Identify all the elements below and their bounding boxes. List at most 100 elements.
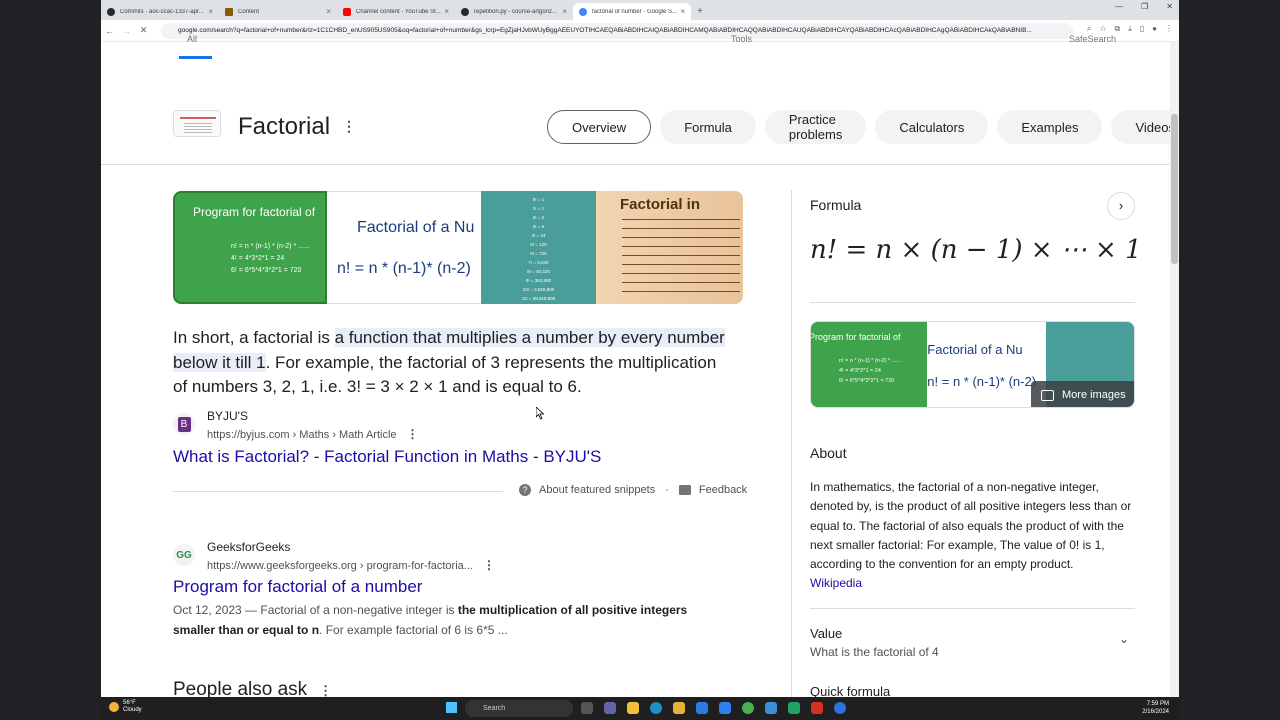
task-view-icon[interactable] [581, 702, 593, 714]
weather-widget[interactable]: 56°F Cloudy [109, 700, 142, 714]
teams-icon[interactable] [604, 702, 616, 714]
feedback-link[interactable]: Feedback [699, 484, 747, 496]
chip-formula[interactable]: Formula [660, 110, 756, 144]
profile-icon[interactable]: ● [1152, 24, 1157, 34]
menu-icon[interactable]: ⋮ [1165, 24, 1173, 34]
result-text: — Factorial of a non-negative integer is [241, 603, 458, 617]
extensions-icon[interactable]: ⧉ [1114, 24, 1120, 34]
divider [810, 302, 1135, 303]
tab-commits[interactable]: Commits · aoc-ccac-1337-apr... × [101, 3, 219, 20]
maximize-icon[interactable]: ❐ [1141, 2, 1148, 11]
spreadsheet-icon[interactable] [788, 702, 800, 714]
chip-practice-problems[interactable]: Practice problems [764, 110, 867, 144]
minimize-icon[interactable]: — [1115, 2, 1123, 11]
chip-examples[interactable]: Examples [997, 110, 1103, 144]
file-explorer-icon[interactable] [627, 702, 639, 714]
date: 2/16/2024 [1142, 709, 1169, 715]
chip-overview[interactable]: Overview [547, 110, 652, 144]
github-icon [461, 7, 469, 16]
image-caption: Program for factorial of [810, 332, 901, 342]
taskbar-search[interactable]: Search [465, 700, 573, 717]
chip-calculators[interactable]: Calculators [875, 110, 989, 144]
more-options-icon[interactable]: ⋮ [319, 683, 332, 697]
tab-content[interactable]: Content × [219, 3, 337, 20]
image-program-factorial[interactable]: Program for factorial of n! = n * (n-1) … [173, 191, 327, 304]
close-icon[interactable]: × [680, 7, 685, 16]
sidepanel-icon[interactable]: ▯ [1140, 24, 1144, 34]
forward-icon[interactable]: → [118, 26, 135, 36]
safesearch-link[interactable]: SafeSearch [1069, 34, 1116, 44]
app-icon[interactable] [834, 702, 846, 714]
temperature: 56°F [123, 700, 136, 706]
edge-icon[interactable] [650, 702, 662, 714]
pdf-icon[interactable] [811, 702, 823, 714]
panel-images[interactable]: Program for factorial of n! = n * (n-1) … [810, 321, 1135, 408]
value-heading[interactable]: Value [810, 626, 842, 641]
tab-youtube[interactable]: Channel content - YouTube St... × [337, 3, 455, 20]
image-factorial-of-number[interactable]: Factorial of a Nu n! = n * (n-1)* (n-2) [327, 191, 481, 304]
paa-heading: People also ask [173, 679, 308, 697]
entity-thumbnail[interactable] [173, 110, 221, 137]
notepad-icon[interactable] [765, 702, 777, 714]
chevron-down-icon[interactable]: ⌄ [1119, 632, 1129, 646]
chevron-right-icon[interactable]: › [1107, 192, 1135, 220]
tab-repetition[interactable]: repetition.py - course-artgonz... × [455, 3, 573, 20]
panel-image-program[interactable]: Program for factorial of n! = n * (n-1) … [810, 322, 928, 407]
quick-formula-heading[interactable]: Quick formula [810, 684, 890, 697]
weather-condition: Cloudy [123, 707, 142, 713]
more-options-icon[interactable]: ⋮ [342, 118, 356, 135]
snippet-source[interactable]: B BYJU'S https://byjus.com › Maths › Mat… [173, 409, 673, 445]
source-name: BYJU'S [207, 409, 248, 423]
github-icon [107, 7, 115, 16]
image-factorial-in[interactable]: Factorial in [596, 191, 743, 304]
featured-snippet: In short, a factorial is a function that… [173, 326, 733, 400]
reload-icon[interactable]: ✕ [135, 25, 152, 36]
wikipedia-link[interactable]: Wikipedia [810, 576, 862, 590]
vscode-icon[interactable] [719, 702, 731, 714]
people-also-ask: People also ask ⋮ [173, 679, 332, 697]
panel-image-factorial[interactable]: Factorial of a Nu n! = n * (n-1)* (n-2) [927, 322, 1046, 407]
close-icon[interactable]: × [326, 7, 331, 16]
weather-icon [109, 702, 119, 712]
table-line: 1! = 1 [532, 206, 545, 211]
image-factorial-table[interactable]: 0! = 1 1! = 1 2! = 2 3! = 6 4! = 24 5! =… [481, 191, 596, 304]
file-folder-icon[interactable] [673, 702, 685, 714]
image-icon [1041, 389, 1054, 401]
chrome-icon[interactable] [742, 702, 754, 714]
more-options-icon[interactable]: ⋮ [407, 427, 419, 441]
download-icon[interactable]: ⤓ [1128, 24, 1132, 34]
more-options-icon[interactable]: ⋮ [483, 558, 495, 572]
scrollbar[interactable] [1170, 42, 1179, 697]
tab-factorial[interactable]: factorial of number - Google S... × [573, 3, 691, 20]
clock[interactable]: 7:59 PM 2/16/2024 [1142, 700, 1169, 716]
snippet-link[interactable]: What is Factorial? - Factorial Function … [173, 447, 601, 467]
scrollbar-thumb[interactable] [1171, 114, 1178, 264]
result-source[interactable]: GG GeeksforGeeks https://www.geeksforgee… [173, 540, 673, 576]
more-images-button[interactable]: More images [1031, 381, 1134, 407]
windows-start-icon[interactable] [446, 702, 457, 713]
tab-label: repetition.py - course-artgonz... [474, 8, 558, 15]
table-line: 9! = 362,880 [525, 278, 552, 283]
tools-link[interactable]: Tools [731, 34, 752, 44]
result-link[interactable]: Program for factorial of a number [173, 577, 422, 597]
about-snippets-link[interactable]: About featured snippets [539, 484, 655, 496]
close-window-icon[interactable]: ✕ [1166, 2, 1173, 11]
formula-line: 6! = 6*5*4*3*2*1 = 720 [231, 267, 302, 274]
chip-videos[interactable]: Videos [1111, 110, 1179, 144]
new-tab-icon[interactable]: + [697, 3, 703, 20]
table-line: 3! = 6 [532, 224, 545, 229]
mail-icon[interactable] [696, 702, 708, 714]
source-url: https://byjus.com › Maths › Math Article… [207, 427, 419, 441]
tab-label: Channel content - YouTube St... [356, 8, 441, 15]
mouse-cursor [535, 406, 545, 420]
taskbar: 56°F Cloudy Search 7:59 PM 2/16/2024 [101, 697, 1179, 720]
close-icon[interactable]: × [562, 7, 567, 16]
image-formula: n! = n * (n-1)* (n-2) [337, 260, 471, 277]
close-icon[interactable]: × [208, 7, 213, 16]
close-icon[interactable]: × [444, 7, 449, 16]
back-icon[interactable]: ← [101, 26, 118, 36]
zoom-icon[interactable]: ⌕ [1087, 24, 1091, 34]
search-tabs: All Tools SafeSearch [171, 34, 1141, 46]
tab-all[interactable]: All [187, 34, 197, 44]
bookmark-star-icon[interactable]: ☆ [1099, 24, 1106, 34]
